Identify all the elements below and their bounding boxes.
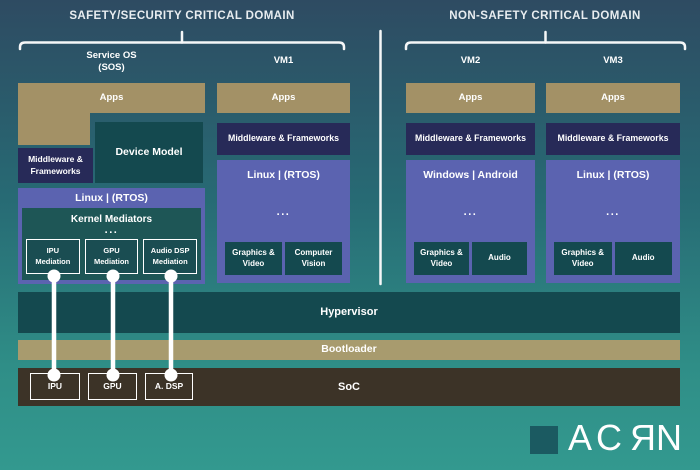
gpu-mediation-box: GPU Mediation xyxy=(84,239,139,274)
vm3-apps-box: Apps xyxy=(546,83,680,113)
non-safety-domain-title: NON-SAFETY CRITICAL DOMAIN xyxy=(449,10,641,22)
acrn-logo-square-icon xyxy=(530,426,558,454)
acrn-logo-wordmark: ACRN xyxy=(568,417,686,459)
vm2-apps-box: Apps xyxy=(406,83,535,113)
logo-text-pre: AC xyxy=(568,417,627,458)
sos-device-model-box: Device Model xyxy=(95,122,203,183)
vm2-ellipsis: ... xyxy=(463,206,478,218)
column-label-vm2: VM2 xyxy=(460,55,481,66)
logo-text-post: N xyxy=(656,417,687,458)
mediator-row: IPU Mediation GPU Mediation Audio DSP Me… xyxy=(26,239,198,274)
vm2-service1-line1: Graphics & xyxy=(420,247,463,257)
vm2-os-box: Windows | Android ... Graphics & Video A… xyxy=(406,160,535,283)
vm1-os-box: Linux | (RTOS) ... Graphics & Video Comp… xyxy=(217,160,350,283)
vm2-services-row: Graphics & Video Audio xyxy=(414,242,527,275)
audio-dsp-mediation-line1: Audio DSP xyxy=(150,246,190,256)
ipu-mediation-box: IPU Mediation xyxy=(26,239,80,274)
audio-dsp-mediation-line2: Mediation xyxy=(152,256,188,266)
vm3-graphics-video-box: Graphics & Video xyxy=(554,242,612,275)
vm3-ellipsis: ... xyxy=(606,206,620,218)
vm1-graphics-video-box: Graphics & Video xyxy=(225,242,282,275)
vm1-os-label: Linux | (RTOS) xyxy=(247,169,320,181)
vm1-service2-line2: Vision xyxy=(301,258,326,268)
hypervisor-bar: Hypervisor xyxy=(18,292,680,333)
vm1-ellipsis: ... xyxy=(276,206,291,218)
vm1-computer-vision-box: Computer Vision xyxy=(285,242,342,275)
column-label-sos: Service OS (SOS) xyxy=(18,50,205,75)
ipu-mediation-line2: Mediation xyxy=(35,256,71,266)
vm1-apps-box: Apps xyxy=(217,83,350,113)
vm3-audio-box: Audio xyxy=(614,242,672,275)
vm2-service1-line2: Video xyxy=(430,258,453,268)
audio-dsp-chip-box: A. DSP xyxy=(145,373,193,400)
gpu-mediation-line1: GPU xyxy=(103,246,120,256)
vm2-service2-line1: Audio xyxy=(488,253,511,263)
right-domain-bracket xyxy=(404,41,687,51)
vm3-os-box: Linux | (RTOS) ... Graphics & Video Audi… xyxy=(546,160,680,283)
vm3-service1-line2: Video xyxy=(571,258,594,268)
sos-middleware-line1: Middleware & xyxy=(28,154,83,165)
audio-dsp-mediation-box: Audio DSP Mediation xyxy=(143,239,198,274)
vm3-middleware-box: Middleware & Frameworks xyxy=(546,123,680,155)
vm1-middleware-box: Middleware & Frameworks xyxy=(217,123,350,155)
left-domain-bracket xyxy=(18,41,346,51)
sos-middleware-box: Middleware & Frameworks xyxy=(18,148,93,183)
vm1-service1-line1: Graphics & xyxy=(232,247,275,257)
vm2-middleware-box: Middleware & Frameworks xyxy=(406,123,535,155)
soc-bar: SoC IPU GPU A. DSP xyxy=(18,368,680,406)
vm1-service1-line2: Video xyxy=(242,258,265,268)
safety-domain-title: SAFETY/SECURITY CRITICAL DOMAIN xyxy=(69,10,295,22)
kernel-mediators-ellipsis: ... xyxy=(104,224,119,236)
vm2-graphics-video-box: Graphics & Video xyxy=(414,242,469,275)
ipu-mediation-line1: IPU xyxy=(46,246,60,256)
sos-label-line1: Service OS xyxy=(86,50,137,61)
bootloader-bar: Bootloader xyxy=(18,340,680,360)
sos-label-line2: (SOS) xyxy=(98,62,125,74)
vm3-service2-line1: Audio xyxy=(631,253,655,263)
vm3-os-label: Linux | (RTOS) xyxy=(576,169,650,181)
sos-apps-box-extension xyxy=(18,112,90,145)
ipu-chip-box: IPU xyxy=(30,373,80,400)
logo-mirrored-r: R xyxy=(626,417,657,458)
sos-middleware-line2: Frameworks xyxy=(30,165,81,176)
vm1-services-row: Graphics & Video Computer Vision xyxy=(225,242,342,275)
vm1-service2-line1: Computer xyxy=(294,247,333,257)
vm2-os-label: Windows | Android xyxy=(423,169,518,181)
sos-os-label: Linux | (RTOS) xyxy=(75,192,148,204)
vm3-services-row: Graphics & Video Audio xyxy=(554,242,672,275)
vm2-audio-box: Audio xyxy=(472,242,527,275)
sos-apps-box: Apps xyxy=(18,83,205,113)
acrn-architecture-diagram: SAFETY/SECURITY CRITICAL DOMAIN NON-SAFE… xyxy=(0,0,700,470)
gpu-mediation-line2: Mediation xyxy=(94,256,129,266)
column-label-vm3: VM3 xyxy=(603,55,623,66)
column-label-vm1: VM1 xyxy=(273,55,294,66)
vm3-service1-line1: Graphics & xyxy=(561,247,605,257)
gpu-chip-box: GPU xyxy=(88,373,137,400)
